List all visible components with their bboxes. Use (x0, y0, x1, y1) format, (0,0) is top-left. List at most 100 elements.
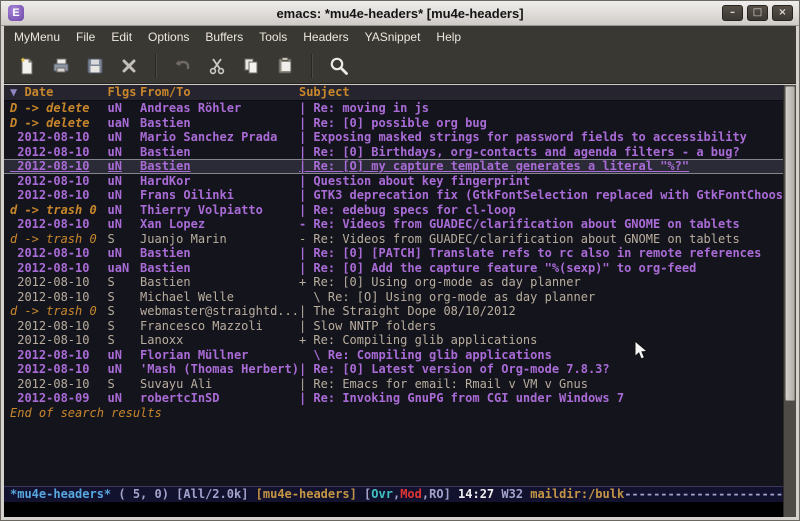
window-title: emacs: *mu4e-headers* [mu4e-headers] (1, 6, 799, 21)
message-row[interactable]: d -> trash 0SJuanjo Marin- Re: Videos fr… (4, 232, 783, 247)
from-cell: Bastien (140, 246, 299, 261)
from-cell: Frans Oilinki (140, 188, 299, 203)
message-row[interactable]: 2012-08-10uNBastien| Re: [0] Birthdays, … (4, 145, 783, 160)
scrollbar-thumb[interactable] (785, 86, 795, 401)
modeline-segment: maildir:/bulk (530, 487, 624, 501)
from-cell: Xan Lopez (140, 217, 299, 232)
message-row[interactable]: 2012-08-10uaNBastien| Re: [0] Add the ca… (4, 261, 783, 276)
menu-bar: MyMenuFileEditOptionsBuffersToolsHeaders… (4, 26, 796, 48)
message-row[interactable]: 2012-08-10uNBastien| Re: [0] [PATCH] Tra… (4, 246, 783, 261)
close-buffer-button[interactable] (113, 52, 145, 80)
flags-cell: uN (108, 188, 141, 203)
date-cell: 2012-08-10 (10, 377, 108, 392)
paste-icon (275, 56, 295, 76)
date-cell: 2012-08-10 (10, 130, 108, 145)
subject-cell: | Slow NNTP folders (299, 319, 783, 334)
date-cell: 2012-08-10 (10, 159, 108, 174)
close-icon (119, 56, 139, 76)
undo-icon (173, 56, 193, 76)
message-row[interactable]: 2012-08-10SFrancesco Mazzoli| Slow NNTP … (4, 319, 783, 334)
close-button[interactable]: × (772, 5, 793, 21)
message-row[interactable]: 2012-08-10uNFlorian Müllner \ Re: Compil… (4, 348, 783, 363)
menu-item-file[interactable]: File (68, 27, 103, 47)
column-header-date[interactable]: ▼ Date (10, 85, 108, 100)
message-row[interactable]: D -> deleteuaNBastien| Re: [0] possible … (4, 116, 783, 131)
flags-cell: uN (108, 174, 141, 189)
column-header-from[interactable]: From/To (140, 85, 299, 100)
date-cell: 2012-08-10 (10, 290, 108, 305)
message-row[interactable]: 2012-08-10uNXan Lopez- Re: Videos from G… (4, 217, 783, 232)
menu-item-help[interactable]: Help (428, 27, 469, 47)
toolbar-separator (311, 54, 313, 78)
mark-cell: D -> delete (10, 101, 108, 116)
menu-item-mymenu[interactable]: MyMenu (6, 27, 68, 47)
message-row[interactable]: d -> trash 0Swebmaster@straightd...| The… (4, 304, 783, 319)
message-row[interactable]: 2012-08-10uNHardKor| Question about key … (4, 174, 783, 189)
subject-cell: | Question about key fingerprint (299, 174, 783, 189)
flags-cell: uN (108, 217, 141, 232)
cut-button[interactable] (201, 52, 233, 80)
search-icon (328, 55, 350, 77)
from-cell: Bastien (140, 159, 299, 174)
menu-item-yasnippet[interactable]: YASnippet (357, 27, 429, 47)
save-button[interactable] (79, 52, 111, 80)
message-row[interactable]: D -> deleteuNAndreas Röhler| Re: moving … (4, 101, 783, 116)
message-row[interactable]: 2012-08-10uNMario Sanchez Prada| Exposin… (4, 130, 783, 145)
menu-item-edit[interactable]: Edit (103, 27, 140, 47)
maximize-button[interactable]: □ (747, 5, 768, 21)
emacs-frame: MyMenuFileEditOptionsBuffersToolsHeaders… (4, 26, 796, 517)
message-row[interactable]: 2012-08-10SLanoxx+ Re: Compiling glib ap… (4, 333, 783, 348)
menu-item-headers[interactable]: Headers (295, 27, 356, 47)
undo-button[interactable] (167, 52, 199, 80)
mode-line[interactable]: *mu4e-headers* ( 5, 0) [All/2.0k] [mu4e-… (4, 486, 783, 502)
message-row[interactable]: 2012-08-10SMichael Welle \ Re: [O] Using… (4, 290, 783, 305)
new-file-button[interactable] (11, 52, 43, 80)
modeline-segment: ( 5, 0) [All/2.0k] (111, 487, 256, 501)
toolbar-separator (155, 54, 157, 78)
column-header-subject[interactable]: Subject (299, 85, 350, 100)
window-titlebar[interactable]: emacs: *mu4e-headers* [mu4e-headers] E –… (1, 1, 799, 26)
open-folder-button[interactable] (45, 52, 77, 80)
subject-cell: | The Straight Dope 08/10/2012 (299, 304, 783, 319)
message-row[interactable]: 2012-08-10uNFrans Oilinki| GTK3 deprecat… (4, 188, 783, 203)
message-row[interactable]: 2012-08-10SSuvayu Ali| Re: Emacs for ema… (4, 377, 783, 392)
flags-cell: S (108, 232, 141, 247)
menu-item-tools[interactable]: Tools (251, 27, 295, 47)
flags-cell: uN (108, 362, 141, 377)
subject-cell: | Re: Invoking GnuPG from CGI under Wind… (299, 391, 783, 406)
modeline-segment: -------------------------------------- (624, 487, 783, 501)
subject-cell: - Re: Videos from GUADEC/clarification a… (299, 232, 783, 247)
from-cell: Suvayu Ali (140, 377, 299, 392)
flags-cell: S (108, 319, 141, 334)
minibuffer[interactable] (4, 502, 783, 517)
menu-item-buffers[interactable]: Buffers (197, 27, 251, 47)
column-header-flags[interactable]: Flgs (108, 85, 141, 100)
from-cell: Andreas Röhler (140, 101, 299, 116)
minimize-button[interactable]: – (722, 5, 743, 21)
subject-cell: | Re: [0] Add the capture feature "%(sex… (299, 261, 783, 276)
mark-cell: d -> trash 0 (10, 304, 108, 319)
date-cell: 2012-08-10 (10, 145, 108, 160)
vertical-scrollbar[interactable] (783, 85, 796, 517)
emacs-window: emacs: *mu4e-headers* [mu4e-headers] E –… (0, 0, 800, 521)
new-file-icon (17, 56, 37, 76)
message-row[interactable]: 2012-08-10SBastien+ Re: [0] Using org-mo… (4, 275, 783, 290)
message-row[interactable]: d -> trash 0uNThierry Volpiatto| Re: ede… (4, 203, 783, 218)
buffer-body: ▼ Date Flgs From/To Subject D -> deleteu… (4, 84, 796, 517)
menu-item-options[interactable]: Options (140, 27, 197, 47)
subject-cell: + Re: [0] Using org-mode as day planner (299, 275, 783, 290)
paste-button[interactable] (269, 52, 301, 80)
message-list: D -> deleteuNAndreas Röhler| Re: moving … (4, 101, 783, 406)
message-row[interactable]: 2012-08-10uN'Mash (Thomas Herbert)| Re: … (4, 362, 783, 377)
subject-cell: | Re: edebug specs for cl-loop (299, 203, 783, 218)
from-cell: robertcInSD (140, 391, 299, 406)
search-button[interactable] (323, 52, 355, 80)
modeline-segment: RO (429, 487, 443, 501)
from-cell: Mario Sanchez Prada (140, 130, 299, 145)
message-row[interactable]: 2012-08-09uNrobertcInSD| Re: Invoking Gn… (4, 391, 783, 406)
date-cell: 2012-08-10 (10, 275, 108, 290)
message-row[interactable]: 2012-08-10uNBastien| Re: [O] my capture … (4, 159, 783, 174)
copy-button[interactable] (235, 52, 267, 80)
subject-cell: - Re: Videos from GUADEC/clarification a… (299, 217, 783, 232)
header-line: ▼ Date Flgs From/To Subject (4, 85, 783, 101)
